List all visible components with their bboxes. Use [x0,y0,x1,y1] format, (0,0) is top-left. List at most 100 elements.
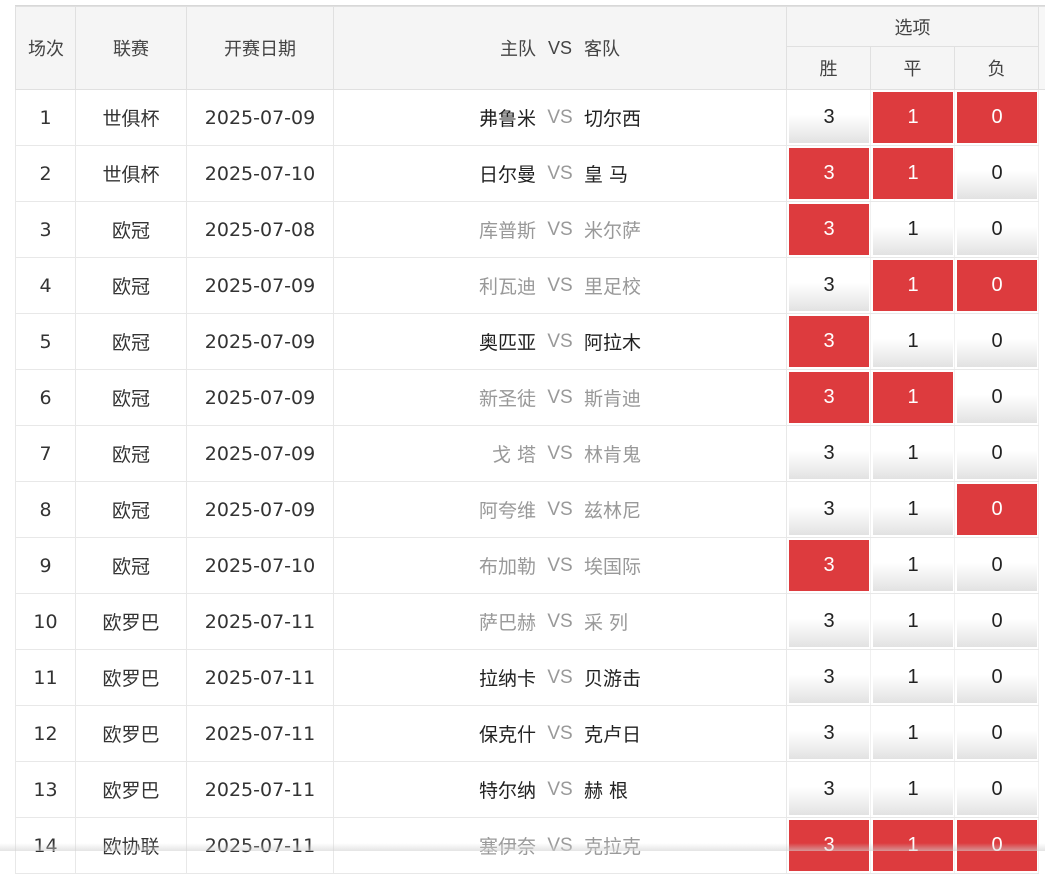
option-win-button[interactable]: 3 [789,260,869,311]
option-loss-button[interactable]: 0 [957,540,1037,591]
vs-label: VS [536,443,584,465]
option-draw-button[interactable]: 1 [873,204,953,255]
option-loss-button[interactable]: 0 [957,204,1037,255]
option-win-button[interactable]: 3 [789,764,869,815]
match-date: 2025-07-08 [187,202,334,258]
option-draw-button[interactable]: 1 [873,540,953,591]
option-win-button[interactable]: 3 [789,204,869,255]
row-filler [1039,314,1045,370]
option-cell: 0 [955,706,1039,762]
option-loss-button[interactable]: 0 [957,820,1037,871]
option-draw-button[interactable]: 1 [873,708,953,759]
away-team: 采 列 [584,608,749,635]
vs-label: VS [536,331,584,353]
option-loss-button[interactable]: 0 [957,484,1037,535]
away-team: 阿拉木 [584,328,749,355]
row-filler [1039,426,1045,482]
option-draw-button[interactable]: 1 [873,596,953,647]
option-cell: 0 [955,258,1039,314]
home-team: 新圣徒 [371,384,536,411]
away-team: 赫 根 [584,776,749,803]
match-index: 4 [16,258,76,314]
option-loss-button[interactable]: 0 [957,428,1037,479]
option-win-button[interactable]: 3 [789,148,869,199]
option-loss-button[interactable]: 0 [957,708,1037,759]
match-league: 欧冠 [76,482,187,538]
option-cell: 1 [871,706,955,762]
option-cell: 0 [955,482,1039,538]
option-loss-button[interactable]: 0 [957,764,1037,815]
option-draw-button[interactable]: 1 [873,148,953,199]
match-teams: 弗鲁米VS切尔西 [334,90,787,146]
option-draw-button[interactable]: 1 [873,260,953,311]
vs-label: VS [536,667,584,689]
home-team: 特尔纳 [371,776,536,803]
option-draw-button[interactable]: 1 [873,372,953,423]
match-league: 欧罗巴 [76,762,187,818]
vs-label: VS [536,723,584,745]
away-team: 埃国际 [584,552,749,579]
match-date: 2025-07-09 [187,426,334,482]
option-draw-button[interactable]: 1 [873,92,953,143]
match-teams: 戈 塔VS林肯鬼 [334,426,787,482]
match-date: 2025-07-09 [187,90,334,146]
vs-label: VS [536,163,584,185]
option-cell: 0 [955,202,1039,258]
home-team: 布加勒 [371,552,536,579]
option-draw-button[interactable]: 1 [873,652,953,703]
away-team: 贝游击 [584,664,749,691]
option-draw-button[interactable]: 1 [873,764,953,815]
option-cell: 3 [787,370,871,426]
option-win-button[interactable]: 3 [789,428,869,479]
option-draw-button[interactable]: 1 [873,428,953,479]
option-cell: 0 [955,538,1039,594]
match-date: 2025-07-11 [187,594,334,650]
header-vs: VS [536,38,584,59]
option-loss-button[interactable]: 0 [957,316,1037,367]
option-loss-button[interactable]: 0 [957,596,1037,647]
home-team: 弗鲁米 [371,104,536,131]
option-draw-button[interactable]: 1 [873,316,953,367]
option-win-button[interactable]: 3 [789,372,869,423]
header-draw: 平 [871,47,955,90]
header-loss: 负 [955,47,1039,90]
option-win-button[interactable]: 3 [789,540,869,591]
row-filler [1039,594,1045,650]
option-cell: 1 [871,594,955,650]
option-win-button[interactable]: 3 [789,708,869,759]
vs-label: VS [536,779,584,801]
option-cell: 0 [955,370,1039,426]
option-draw-button[interactable]: 1 [873,484,953,535]
option-loss-button[interactable]: 0 [957,92,1037,143]
option-loss-button[interactable]: 0 [957,372,1037,423]
match-teams: 萨巴赫VS采 列 [334,594,787,650]
option-cell: 0 [955,314,1039,370]
vs-label: VS [536,107,584,129]
home-team: 萨巴赫 [371,608,536,635]
option-loss-button[interactable]: 0 [957,148,1037,199]
option-win-button[interactable]: 3 [789,596,869,647]
option-loss-button[interactable]: 0 [957,260,1037,311]
match-teams: 新圣徒VS斯肯迪 [334,370,787,426]
vs-label: VS [536,219,584,241]
option-win-button[interactable]: 3 [789,652,869,703]
option-win-button[interactable]: 3 [789,820,869,871]
match-teams: 保克什VS克卢日 [334,706,787,762]
match-date: 2025-07-11 [187,650,334,706]
option-cell: 0 [955,762,1039,818]
header-options: 选项 [787,7,1039,47]
option-win-button[interactable]: 3 [789,92,869,143]
header-index: 场次 [16,7,76,90]
option-loss-button[interactable]: 0 [957,652,1037,703]
match-teams: 拉纳卡VS贝游击 [334,650,787,706]
option-cell: 3 [787,146,871,202]
option-draw-button[interactable]: 1 [873,820,953,871]
option-win-button[interactable]: 3 [789,316,869,367]
table-row: 6欧冠2025-07-09新圣徒VS斯肯迪310 [16,370,1045,426]
away-team: 皇 马 [584,160,749,187]
away-team: 兹林尼 [584,496,749,523]
away-team: 里足校 [584,272,749,299]
option-win-button[interactable]: 3 [789,484,869,535]
option-cell: 3 [787,538,871,594]
option-cell: 1 [871,202,955,258]
